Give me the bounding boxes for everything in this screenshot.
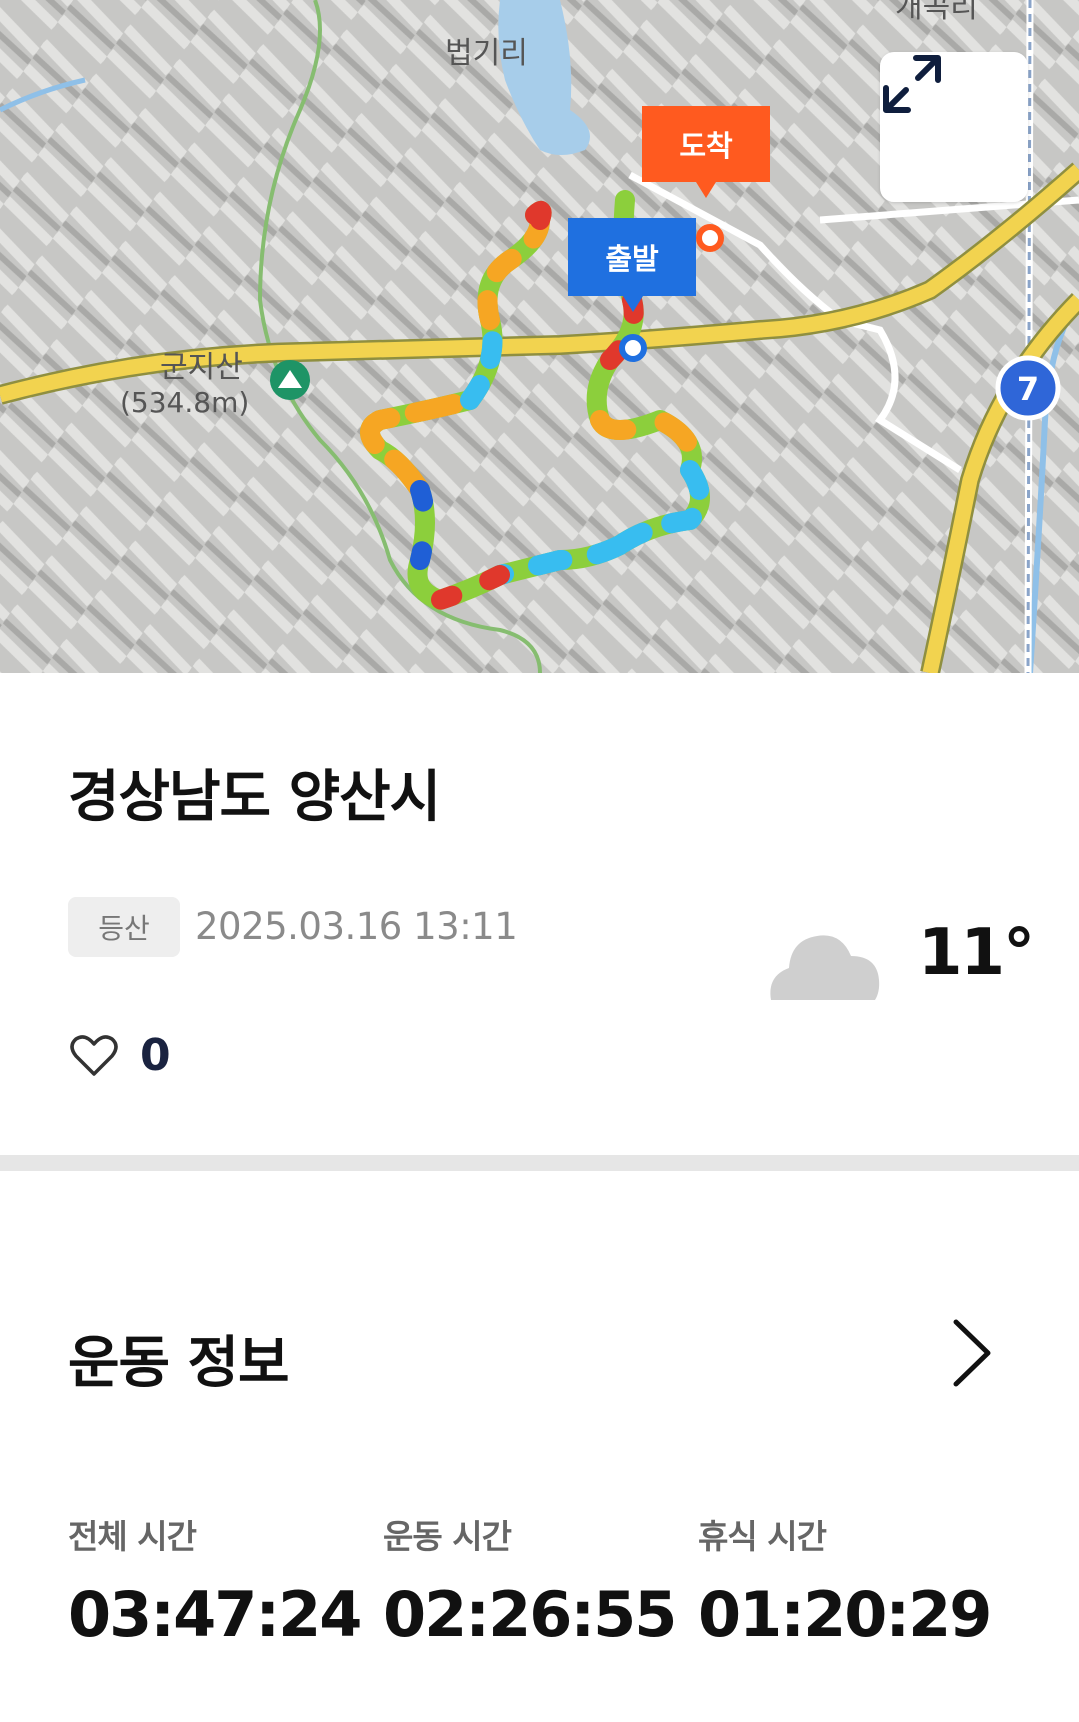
exercise-info-chevron-button[interactable] <box>950 1318 994 1392</box>
map-label-village: 법기리 <box>445 36 528 71</box>
arrive-marker[interactable]: 도착 <box>642 106 770 182</box>
activity-title: 경상남도 양산시 <box>68 765 441 830</box>
start-point <box>619 334 647 362</box>
temperature: 11° <box>918 916 1035 990</box>
like-button[interactable]: 0 <box>70 1030 171 1081</box>
activity-datetime: 2025.03.16 13:11 <box>195 905 518 948</box>
expand-arrows-icon <box>883 55 941 113</box>
map-label-corner: 개곡리 <box>895 0 978 25</box>
stat-label: 운동 시간 <box>383 1517 512 1556</box>
start-marker[interactable]: 출발 <box>568 218 696 296</box>
stat-label: 전체 시간 <box>68 1517 197 1556</box>
route-map[interactable]: 7 법기리 개곡리 군지산 (534.8m) 도착 출발 <box>0 0 1079 673</box>
exercise-info-heading: 운동 정보 <box>68 1331 290 1396</box>
stat-value: 01:20:29 <box>698 1578 992 1651</box>
chevron-right-icon <box>953 1319 991 1387</box>
stat-value: 03:47:24 <box>68 1578 362 1651</box>
stat-value: 02:26:55 <box>383 1578 677 1651</box>
section-divider <box>0 1155 1079 1171</box>
stat-total-time: 전체 시간 03:47:24 <box>68 1510 362 1651</box>
cloud-icon <box>765 920 880 1004</box>
stat-exercise-time: 운동 시간 02:26:55 <box>383 1510 677 1651</box>
map-label-mountain: 군지산 <box>160 350 243 385</box>
arrive-marker-label: 도착 <box>679 129 733 163</box>
arrive-point <box>696 224 724 252</box>
stat-rest-time: 휴식 시간 01:20:29 <box>698 1510 992 1651</box>
heart-icon <box>70 1034 118 1076</box>
expand-map-button[interactable] <box>880 52 1028 202</box>
start-marker-label: 출발 <box>605 242 659 276</box>
like-count: 0 <box>140 1030 171 1081</box>
route-number: 7 <box>1017 370 1039 408</box>
stat-label: 휴식 시간 <box>698 1517 827 1556</box>
category-badge: 등산 <box>68 897 180 957</box>
map-label-height: (534.8m) <box>120 386 250 419</box>
